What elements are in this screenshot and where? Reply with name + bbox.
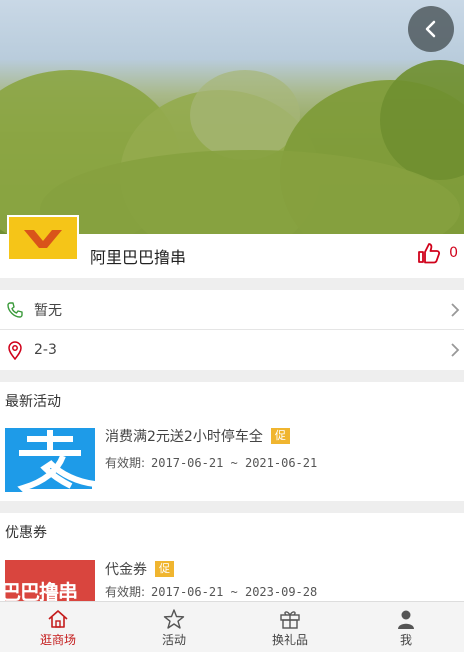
tab-me[interactable]: 我 — [348, 602, 464, 652]
coupon-title: 代金券 — [105, 562, 147, 578]
tab-mall[interactable]: 逛商场 — [0, 602, 116, 652]
store-banner-image — [0, 0, 464, 236]
like-button[interactable]: 0 — [417, 242, 458, 264]
location-value: 2-3 — [34, 342, 57, 358]
tab-gifts[interactable]: 换礼品 — [232, 602, 348, 652]
tab-label: 逛商场 — [39, 633, 76, 647]
validity-label: 有效期: — [105, 585, 146, 599]
phone-icon — [7, 301, 23, 318]
store-name: 阿里巴巴撸串 — [90, 248, 187, 267]
activity-item[interactable]: 消费满2元送2小时停车全 促 有效期: 2017-06-21 ~ 2021-06-… — [0, 422, 464, 502]
activity-title: 消费满2元送2小时停车全 — [105, 429, 263, 445]
validity-label: 有效期: — [105, 456, 146, 470]
person-icon — [398, 610, 414, 629]
gift-icon — [280, 611, 300, 629]
thumbs-up-icon — [418, 243, 441, 264]
activities-section: 最新活动 消费满2元送2小时停车全 促 有效期: 2017-06-21 ~ 202… — [0, 382, 464, 501]
phone-value: 暂无 — [34, 302, 62, 319]
chevron-right-icon — [451, 303, 460, 317]
coupon-thumb-text: 巴巴撸串 — [5, 580, 78, 601]
section-title: 最新活动 — [5, 394, 61, 410]
store-info: 暂无 2-3 — [0, 290, 464, 370]
validity-dates: 2017-06-21 ~ 2023-09-28 — [151, 585, 318, 599]
tab-activities[interactable]: 活动 — [116, 602, 232, 652]
promo-badge: 促 — [155, 561, 174, 577]
promo-badge: 促 — [270, 428, 290, 444]
chevron-right-icon — [451, 343, 460, 357]
tab-label: 活动 — [161, 633, 186, 647]
location-row[interactable]: 2-3 — [0, 330, 464, 370]
validity-dates: 2017-06-21 ~ 2021-06-21 — [151, 456, 318, 470]
star-icon — [163, 609, 185, 629]
back-button[interactable] — [408, 6, 454, 52]
house-icon — [48, 610, 68, 628]
alipay-logo — [5, 428, 95, 492]
section-title: 优惠券 — [5, 525, 47, 541]
tab-label: 我 — [399, 633, 412, 647]
chevron-left-icon — [425, 20, 436, 38]
store-logo — [7, 215, 79, 261]
like-count: 0 — [449, 245, 458, 261]
coupon-item[interactable]: 巴巴撸串 代金券 促 有效期: 2017-06-21 ~ 2023-09-28 — [0, 553, 464, 601]
tab-label: 换礼品 — [271, 633, 308, 647]
bottom-tab-bar: 逛商场 活动 换礼品 我 — [0, 601, 464, 652]
coupon-thumbnail: 巴巴撸串 — [5, 560, 95, 601]
phone-row[interactable]: 暂无 — [0, 290, 464, 330]
location-pin-icon — [8, 341, 22, 360]
coupons-section: 优惠券 巴巴撸串 代金券 促 有效期: 2017-06-21 ~ 2023-09-… — [0, 513, 464, 601]
